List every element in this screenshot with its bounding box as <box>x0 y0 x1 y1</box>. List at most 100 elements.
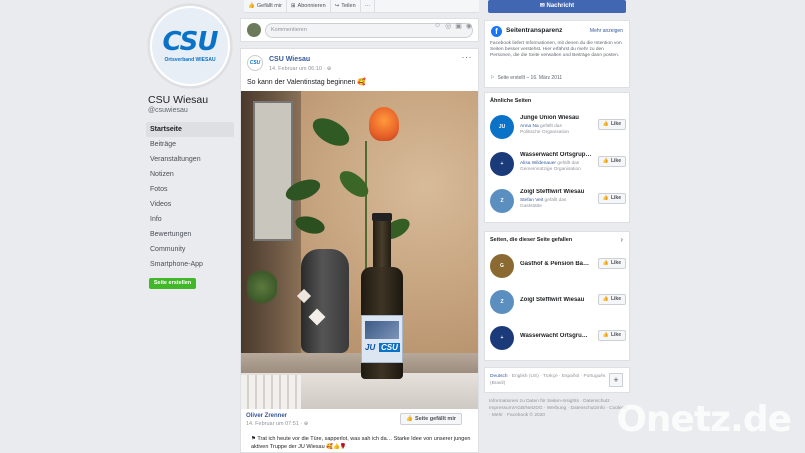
share-label: Teilen <box>341 3 356 9</box>
share-button[interactable]: ↪ Teilen <box>331 0 361 13</box>
footer-links[interactable]: Informationen zu Daten für Seiten-Insigh… <box>489 398 629 419</box>
page-created-info: ⚐ Seite erstellt – 16. März 2011 <box>490 75 562 81</box>
like-label: Like <box>610 158 621 164</box>
create-page-button[interactable]: Seite erstellen <box>149 278 196 289</box>
like-button[interactable]: 👍 Like <box>597 294 626 305</box>
likes-text: gefällt das <box>543 198 567 203</box>
message-label: Nachricht <box>546 3 575 9</box>
nav-item-fotos[interactable]: Fotos <box>146 182 234 197</box>
similar-pages-card: Ähnliche Seiten JU Junge Union Wiesau An… <box>484 92 630 223</box>
bottle-label-csu: CSU <box>379 343 400 352</box>
similar-page-name[interactable]: Wasserwacht Ortsgrup… <box>520 152 594 158</box>
friend-name[interactable]: Alisa Wildenauer <box>520 161 556 166</box>
liked-page-name[interactable]: Gasthof & Pension Ba… <box>520 261 594 267</box>
chevron-right-icon[interactable]: › <box>620 235 623 244</box>
like-button[interactable]: 👍 Like <box>597 193 626 204</box>
list-item[interactable]: Z Zoigl Stefflwirt Wiesau Stefan Veit ge… <box>490 187 626 217</box>
photo-shelf <box>241 353 478 373</box>
bottle-neck <box>373 217 391 271</box>
page-profile-picture[interactable]: CSU Ortsverband WIESAU <box>148 4 232 88</box>
transparency-text: Facebook liefert Informationen, mit dene… <box>490 41 622 58</box>
similar-page-name[interactable]: Junge Union Wiesau <box>520 115 594 121</box>
nav-item-community[interactable]: Community <box>146 242 234 257</box>
list-item[interactable]: + Wasserwacht Ortsgrup… Alisa Wildenauer… <box>490 150 626 180</box>
sticker-icon[interactable]: ◉ <box>466 22 472 30</box>
similar-page-meta: Anna Na gefällt das Politische Organisati… <box>520 124 596 136</box>
csu-logo: CSU Ortsverband WIESAU <box>152 8 228 84</box>
avatar[interactable]: + <box>490 152 514 176</box>
nav-item-veranstaltungen[interactable]: Veranstaltungen <box>146 152 234 167</box>
like-label: Like <box>610 296 621 302</box>
like-button[interactable]: 👍 Like <box>597 119 626 130</box>
avatar[interactable]: + <box>490 326 514 350</box>
similar-page-meta: Alisa Wildenauer gefällt das Gemeinnützig… <box>520 161 596 173</box>
thumbs-up-icon: 👍 <box>602 260 609 266</box>
like-button[interactable]: 👍 Like <box>597 330 626 341</box>
facebook-icon: f <box>491 26 502 37</box>
avatar[interactable]: G <box>490 254 514 278</box>
post-timestamp[interactable]: 14. Februar um 06:10 · ⊕ <box>269 66 331 72</box>
page-handle[interactable]: @csuwiesau <box>148 107 188 114</box>
thumbs-up-icon: 👍 <box>602 158 609 164</box>
liked-page-name[interactable]: Zoigl Stefflwirt Wiesau <box>520 297 594 303</box>
logo-text: CSU <box>162 27 219 57</box>
liked-button[interactable]: 👍 Gefällt mir <box>244 0 287 13</box>
other-languages[interactable]: · English (US) · Türkçe · Español · Port… <box>490 374 605 386</box>
avatar[interactable]: Z <box>490 189 514 213</box>
page-title[interactable]: CSU Wiesau <box>148 94 208 106</box>
current-language[interactable]: Deutsch <box>490 374 508 379</box>
post-time-text: 14. Februar um 06:10 · <box>269 66 327 72</box>
post-action-bar: 👍 Gefällt mir ⊞ Abonnieren ↪ Teilen ··· <box>244 0 479 13</box>
likes-text: gefällt das <box>538 124 562 129</box>
like-button[interactable]: 👍 Like <box>597 156 626 167</box>
nav-item-bewertungen[interactable]: Bewertungen <box>146 227 234 242</box>
shared-like-label: Seite gefällt mir <box>415 416 456 422</box>
nav-item-beitraege[interactable]: Beiträge <box>146 137 234 152</box>
avatar[interactable]: Z <box>490 290 514 314</box>
transparency-card: f Seitentransparenz Mehr anzeigen Facebo… <box>484 20 630 88</box>
shared-author[interactable]: Oliver Zrenner <box>246 413 287 419</box>
add-language-button[interactable]: + <box>609 373 623 387</box>
shared-text-content: Trat ich heute vor die Türe, sapperlot, … <box>251 436 471 450</box>
list-item[interactable]: Z Zoigl Stefflwirt Wiesau 👍 Like <box>490 288 626 318</box>
friend-name[interactable]: Stefan Veit <box>520 198 543 203</box>
transparency-title: Seitentransparenz <box>506 27 563 34</box>
shared-timestamp[interactable]: 14. Februar um 07:51 · ⊕ <box>246 421 308 427</box>
like-label: Like <box>610 260 621 266</box>
post-author[interactable]: CSU Wiesau <box>269 56 310 63</box>
post-author-avatar[interactable]: CSU <box>247 55 263 71</box>
avatar <box>247 23 261 37</box>
post-options-icon[interactable]: ··· <box>462 52 473 62</box>
nav-item-videos[interactable]: Videos <box>146 197 234 212</box>
show-more-link[interactable]: Mehr anzeigen <box>590 28 623 34</box>
comment-tools: ☺ ◎ ▣ ◉ <box>434 22 472 30</box>
onetz-watermark: Onetz.de <box>616 399 792 440</box>
gif-icon[interactable]: ▣ <box>455 22 462 30</box>
post-photo[interactable]: JU CSU <box>241 91 478 409</box>
similar-page-name[interactable]: Zoigl Stefflwirt Wiesau <box>520 189 594 195</box>
emoji-icon[interactable]: ☺ <box>434 22 441 30</box>
like-button[interactable]: 👍 Like <box>597 258 626 269</box>
bottle-label-photo <box>365 321 399 339</box>
shared-like-page-button[interactable]: 👍 Seite gefällt mir <box>400 413 462 425</box>
rose-stem <box>365 141 367 271</box>
avatar[interactable]: JU <box>490 115 514 139</box>
camera-icon[interactable]: ◎ <box>445 22 451 30</box>
globe-icon: ⊕ <box>326 66 332 72</box>
nav-item-smartphone-app[interactable]: Smartphone-App <box>146 257 234 272</box>
logo-subtitle: Ortsverband WIESAU <box>164 57 216 63</box>
nav-item-info[interactable]: Info <box>146 212 234 227</box>
more-button[interactable]: ··· <box>361 0 376 13</box>
subscribe-button[interactable]: ⊞ Abonnieren <box>287 0 331 13</box>
list-item[interactable]: + Wasserwacht Ortsgru… 👍 Like <box>490 324 626 354</box>
message-button[interactable]: ✉ Nachricht <box>488 0 626 13</box>
nav-item-startseite[interactable]: Startseite <box>146 122 234 137</box>
friend-name[interactable]: Anna Na <box>520 124 539 129</box>
list-item[interactable]: G Gasthof & Pension Ba… 👍 Like <box>490 252 626 282</box>
list-item[interactable]: JU Junge Union Wiesau Anna Na gefällt da… <box>490 113 626 143</box>
thumbs-up-icon: 👍 <box>602 332 609 338</box>
thumbs-up-icon: 👍 <box>248 3 255 9</box>
nav-item-notizen[interactable]: Notizen <box>146 167 234 182</box>
page-category: Gaststätte <box>520 204 542 209</box>
liked-page-name[interactable]: Wasserwacht Ortsgru… <box>520 333 594 339</box>
